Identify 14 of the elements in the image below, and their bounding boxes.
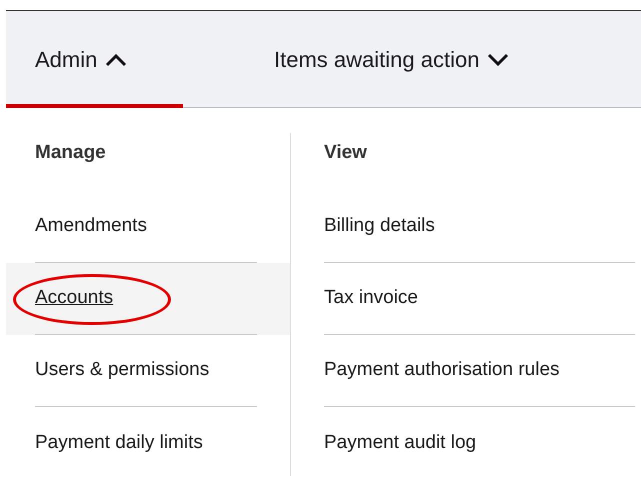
column-heading: Manage	[35, 141, 106, 165]
menu-link[interactable]: Payment audit log	[324, 428, 476, 458]
menu-link[interactable]: Payment authorisation rules	[324, 356, 560, 385]
nav-tab[interactable]: Items awaiting action	[183, 11, 510, 108]
menu-link[interactable]: Billing details	[324, 212, 435, 241]
column-heading: View	[324, 141, 367, 165]
chevron-down-icon	[487, 52, 510, 66]
chevron-up-icon	[105, 52, 128, 66]
nav-tab[interactable]: Admin	[6, 11, 183, 108]
menu-link[interactable]: Payment daily limits	[35, 428, 203, 458]
menu-link[interactable]: Users & permissions	[35, 356, 210, 385]
menu-link[interactable]: Amendments	[35, 212, 147, 241]
menu-link[interactable]: Tax invoice	[324, 284, 418, 313]
menu-link[interactable]: Accounts	[35, 284, 114, 313]
